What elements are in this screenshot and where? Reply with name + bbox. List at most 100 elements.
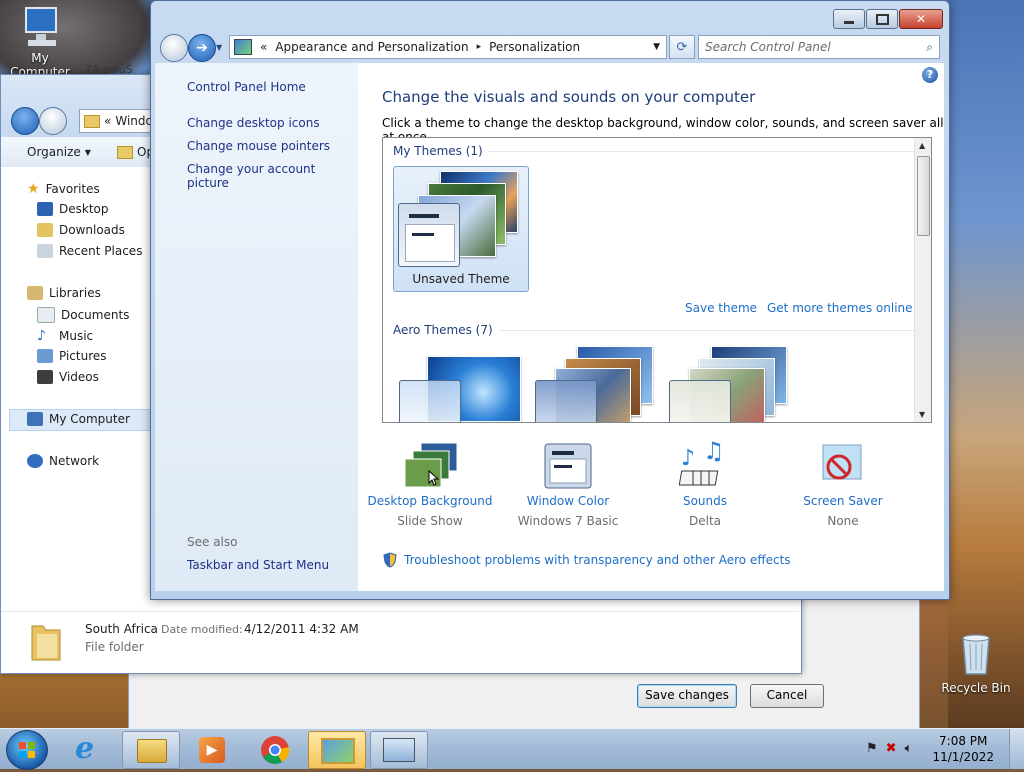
cancel-button[interactable]: Cancel bbox=[750, 684, 824, 708]
clock[interactable]: 7:08 PM 11/1/2022 bbox=[932, 733, 994, 765]
get-more-themes-link[interactable]: Get more themes online bbox=[767, 301, 913, 315]
music-icon: ♪ bbox=[37, 328, 46, 344]
computer-icon bbox=[25, 7, 57, 46]
nav-music[interactable]: ♪ Music bbox=[37, 328, 93, 344]
back-button[interactable] bbox=[160, 34, 188, 62]
wallpaper-right bbox=[948, 0, 1024, 730]
taskbar-start-menu-link[interactable]: Taskbar and Start Menu bbox=[187, 558, 329, 572]
breadcrumb-current[interactable]: Personalization bbox=[489, 40, 580, 54]
taskbar-windows-explorer[interactable] bbox=[122, 731, 180, 769]
file-list-row[interactable]: South Africa Date modified: 4/12/2011 4:… bbox=[1, 611, 799, 672]
file-name: South Africa bbox=[85, 622, 158, 636]
folder-icon bbox=[117, 145, 133, 159]
organize-button[interactable]: Organize ▼ bbox=[27, 145, 91, 159]
downloads-icon bbox=[37, 223, 53, 237]
address-dropdown-icon[interactable]: ▼ bbox=[653, 42, 660, 52]
recent-pages-dropdown[interactable]: ▼ bbox=[216, 43, 222, 52]
explorer-forward-button[interactable] bbox=[39, 107, 67, 135]
internet-explorer-icon: e bbox=[75, 731, 95, 766]
theme-landscapes[interactable] bbox=[665, 344, 795, 422]
nav-my-computer[interactable]: My Computer bbox=[27, 412, 130, 426]
taskbar-personalization[interactable] bbox=[308, 731, 366, 769]
save-theme-link[interactable]: Save theme bbox=[685, 301, 757, 315]
nav-pictures[interactable]: Pictures bbox=[37, 349, 107, 363]
recent-places-icon bbox=[37, 244, 53, 258]
search-icon[interactable]: ⌕ bbox=[926, 40, 933, 55]
change-account-picture-link[interactable]: Change your account picture bbox=[187, 162, 358, 190]
window-color-setting[interactable]: Window Color Windows 7 Basic bbox=[499, 441, 637, 528]
breadcrumb-separator[interactable]: ▸ bbox=[477, 42, 482, 52]
close-button[interactable]: ✕ bbox=[899, 9, 943, 29]
action-center-icon[interactable]: ⚑ bbox=[866, 741, 878, 756]
nav-documents[interactable]: Documents bbox=[37, 307, 129, 323]
refresh-button[interactable]: ⟳ bbox=[669, 35, 695, 59]
sounds-setting[interactable]: ♪ ♫ Sounds Delta bbox=[636, 437, 774, 528]
window-color-preview bbox=[535, 380, 597, 422]
desktop-background-setting[interactable]: Desktop Background Slide Show bbox=[361, 441, 499, 528]
setting-value: Windows 7 Basic bbox=[517, 514, 619, 528]
scrollbar-thumb[interactable] bbox=[917, 156, 930, 236]
nav-label: Pictures bbox=[59, 349, 107, 363]
minimize-icon bbox=[844, 20, 854, 24]
start-button[interactable] bbox=[6, 730, 48, 770]
file-date-label: Date modified: bbox=[161, 623, 243, 636]
volume-icon[interactable]: 🔈︎ bbox=[905, 741, 913, 756]
setting-label: Window Color bbox=[526, 494, 610, 508]
taskbar-display-settings[interactable] bbox=[370, 731, 428, 769]
nav-downloads[interactable]: Downloads bbox=[37, 223, 125, 237]
nav-network[interactable]: Network bbox=[27, 454, 99, 468]
computer-icon bbox=[27, 412, 43, 426]
taskbar-media-player[interactable]: ▶ bbox=[184, 731, 242, 769]
nav-favorites[interactable]: ★ Favorites bbox=[27, 181, 100, 197]
nav-label: My Computer bbox=[49, 412, 130, 426]
open-button[interactable]: Op bbox=[117, 145, 154, 159]
folder-icon bbox=[137, 739, 167, 763]
desktop-icon-my-computer[interactable]: My Computer bbox=[0, 4, 80, 79]
network-icon[interactable]: ✖ bbox=[886, 741, 897, 756]
svg-text:♫: ♫ bbox=[703, 441, 725, 465]
show-desktop-button[interactable] bbox=[1009, 729, 1024, 769]
scroll-up-icon[interactable]: ▲ bbox=[919, 141, 925, 150]
search-box[interactable]: Search Control Panel ⌕ bbox=[698, 35, 940, 59]
setting-value: None bbox=[827, 514, 859, 528]
save-changes-button[interactable]: Save changes bbox=[637, 684, 737, 708]
theme-unsaved[interactable]: Unsaved Theme bbox=[393, 166, 529, 292]
screen-saver-setting[interactable]: Screen Saver None bbox=[774, 441, 912, 528]
window-color-preview bbox=[398, 203, 460, 267]
forward-button[interactable]: ➔ bbox=[188, 34, 216, 62]
nav-videos[interactable]: Videos bbox=[37, 370, 99, 384]
desktop-icon-recycle-bin[interactable]: Recycle Bin bbox=[940, 632, 1012, 695]
help-icon[interactable]: ? bbox=[922, 67, 938, 83]
taskbar-chrome[interactable] bbox=[246, 731, 304, 769]
clock-time: 7:08 PM bbox=[939, 734, 988, 748]
theme-list-scrollbar[interactable]: ▲ ▼ bbox=[914, 138, 931, 422]
troubleshoot-link[interactable]: Troubleshoot problems with transparency … bbox=[382, 552, 791, 568]
change-desktop-icons-link[interactable]: Change desktop icons bbox=[187, 116, 320, 130]
setting-value: Slide Show bbox=[397, 514, 463, 528]
desktop-icon-label: Recycle Bin bbox=[941, 681, 1011, 695]
close-icon: ✕ bbox=[915, 12, 927, 26]
file-type: File folder bbox=[85, 640, 144, 654]
scroll-down-icon[interactable]: ▼ bbox=[919, 410, 925, 419]
change-mouse-pointers-link[interactable]: Change mouse pointers bbox=[187, 139, 330, 153]
nav-libraries[interactable]: Libraries bbox=[27, 286, 101, 300]
minimize-button[interactable] bbox=[833, 9, 865, 29]
theme-architecture[interactable] bbox=[531, 344, 661, 422]
explorer-back-button[interactable] bbox=[11, 107, 39, 135]
breadcrumb-parent[interactable]: Appearance and Personalization bbox=[275, 40, 468, 54]
setting-label: Desktop Background bbox=[367, 494, 493, 508]
control-panel-home-link[interactable]: Control Panel Home bbox=[187, 80, 306, 94]
theme-list: My Themes (1) Unsaved Theme Save theme G… bbox=[382, 137, 932, 423]
documents-icon bbox=[37, 307, 55, 323]
task-pane: Control Panel Home Change desktop icons … bbox=[155, 63, 358, 591]
theme-windows7[interactable] bbox=[397, 352, 527, 422]
taskbar-internet-explorer[interactable]: e bbox=[62, 731, 120, 769]
address-bar[interactable]: « Appearance and Personalization ▸ Perso… bbox=[229, 35, 667, 59]
nav-desktop[interactable]: Desktop bbox=[37, 202, 109, 216]
maximize-button[interactable] bbox=[866, 9, 898, 29]
nav-label: Libraries bbox=[49, 286, 101, 300]
videos-icon bbox=[37, 370, 53, 384]
nav-recent-places[interactable]: Recent Places bbox=[37, 244, 142, 258]
personalization-window: ✕ ➔ ▼ « Appearance and Personalization ▸… bbox=[150, 0, 950, 600]
screen-saver-icon bbox=[822, 444, 862, 480]
